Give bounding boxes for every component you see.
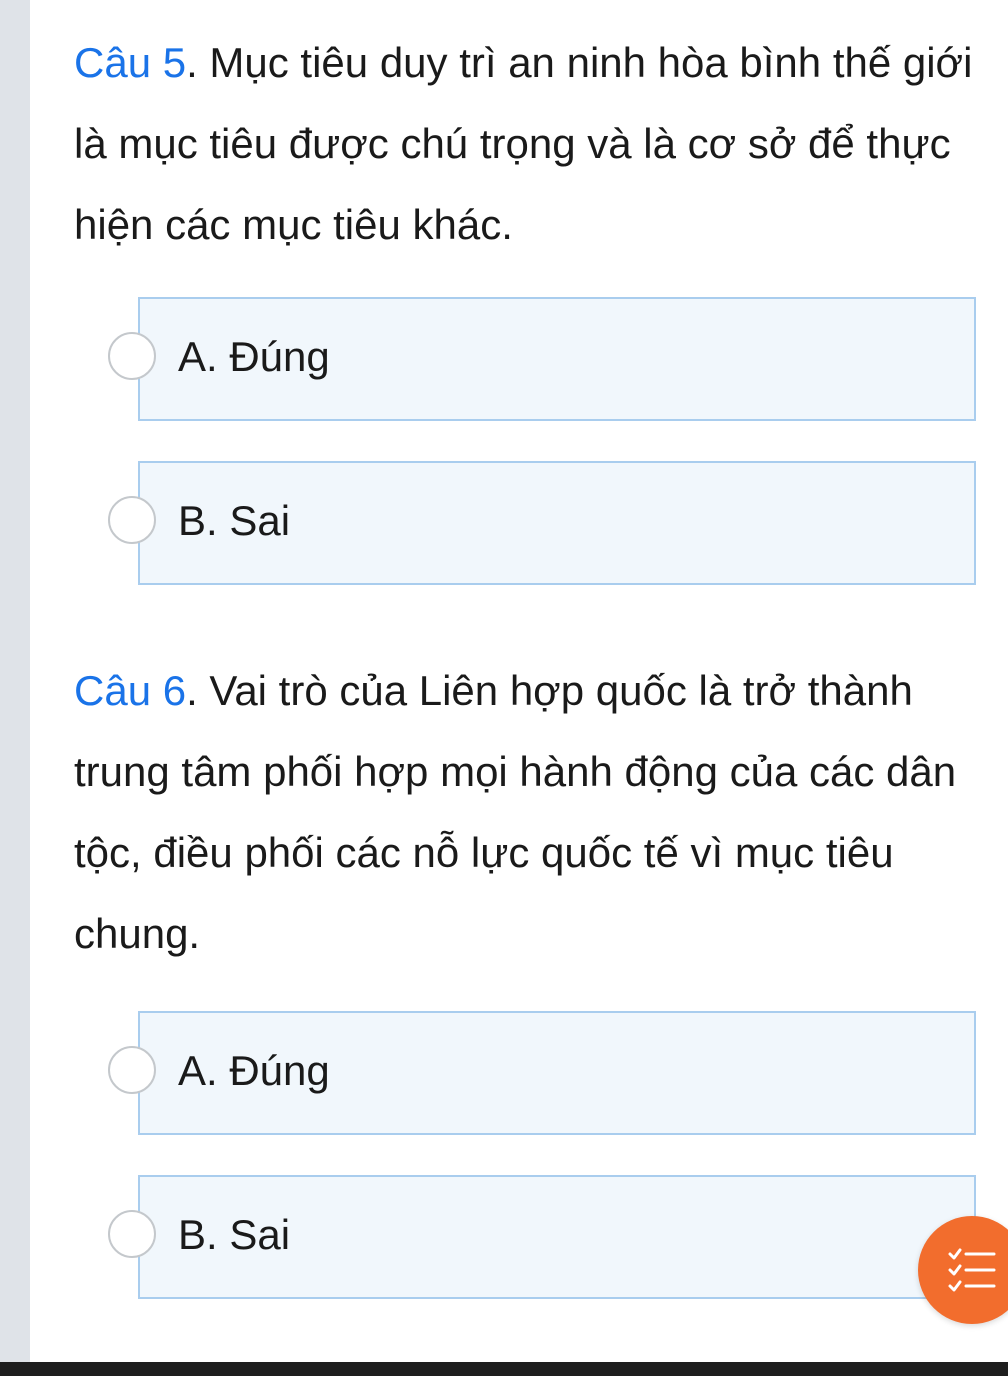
left-rail <box>0 0 30 1362</box>
question-5-body: . Mục tiêu duy trì an ninh hòa bình thế … <box>74 39 973 248</box>
question-6-body: . Vai trò của Liên hợp quốc là trở thành… <box>74 667 957 957</box>
question-5-option-a[interactable]: A. Đúng <box>108 297 976 421</box>
radio-button[interactable] <box>108 1210 156 1258</box>
option-label: A. Đúng <box>178 333 330 380</box>
radio-button[interactable] <box>108 1046 156 1094</box>
bottom-bar <box>0 1362 1008 1376</box>
question-5-number: Câu 5 <box>74 39 187 86</box>
radio-button[interactable] <box>108 496 156 544</box>
option-label: B. Sai <box>178 497 291 544</box>
question-6-option-b[interactable]: B. Sai <box>108 1175 976 1299</box>
question-6-number: Câu 6 <box>74 667 187 714</box>
question-5-text: Câu 5. Mục tiêu duy trì an ninh hòa bình… <box>74 22 984 265</box>
question-list-button[interactable] <box>918 1216 1008 1324</box>
radio-button[interactable] <box>108 332 156 380</box>
question-6-option-a[interactable]: A. Đúng <box>108 1011 976 1135</box>
question-6-text: Câu 6. Vai trò của Liên hợp quốc là trở … <box>74 650 984 974</box>
checklist-icon <box>948 1248 996 1292</box>
question-5-option-b[interactable]: B. Sai <box>108 461 976 585</box>
option-label: A. Đúng <box>178 1047 330 1094</box>
option-label: B. Sai <box>178 1211 291 1258</box>
